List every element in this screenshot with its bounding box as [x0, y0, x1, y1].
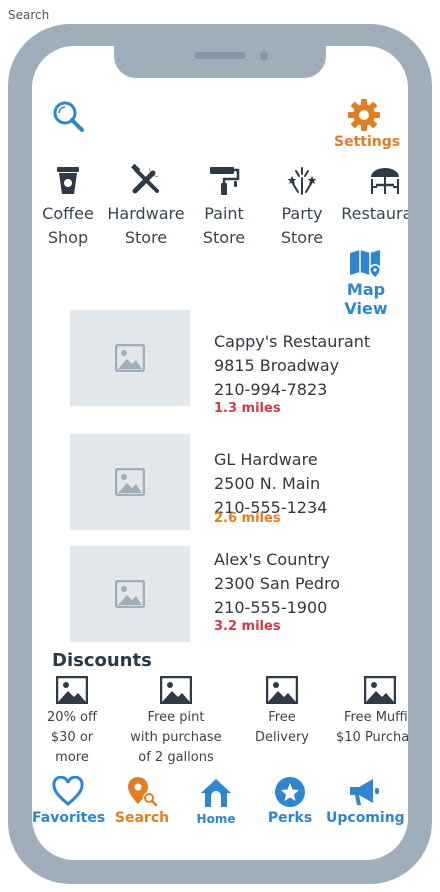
- image-icon: [364, 676, 396, 704]
- tab-label: Home: [196, 812, 236, 826]
- map-view-button[interactable]: Map View: [324, 248, 408, 318]
- search-button[interactable]: [50, 98, 88, 136]
- discount-text: 20% off: [47, 710, 97, 725]
- discount-text: Free pint: [147, 710, 205, 725]
- category-label: Paint: [204, 204, 244, 223]
- category-coffee-shop[interactable]: Coffee Shop: [32, 164, 107, 250]
- listing-phone: 210-994-7823: [214, 380, 328, 399]
- listing-phone: 210-555-1900: [214, 598, 328, 617]
- location-search-icon: [128, 777, 158, 807]
- megaphone-icon: [350, 779, 379, 805]
- tab-label: Upcoming: [326, 810, 405, 826]
- image-placeholder-icon: [115, 468, 145, 496]
- discount-text: of 2 gallons: [138, 750, 214, 765]
- image-icon: [160, 676, 192, 704]
- listing-name: GL Hardware: [214, 450, 318, 469]
- listing-distance: 1.3 miles: [214, 401, 281, 416]
- settings-button[interactable]: Settings: [334, 98, 401, 156]
- discount-text: $10 Purchase: [336, 730, 408, 745]
- discount-text: Delivery: [255, 730, 309, 745]
- tab-perks[interactable]: Perks: [256, 776, 324, 826]
- tools-icon: [131, 164, 159, 194]
- category-label: Store: [124, 228, 168, 247]
- category-label: Party: [281, 204, 323, 223]
- listing-address: 2500 N. Main: [214, 474, 321, 493]
- restaurant-table-icon: [371, 168, 399, 194]
- discount-text: with purchase: [130, 730, 222, 745]
- heart-icon: [52, 776, 84, 806]
- paint-roller-icon: [210, 167, 240, 195]
- image-placeholder-icon: [115, 580, 145, 608]
- listing-thumbnail: [70, 310, 190, 406]
- listing-item[interactable]: GL Hardware 2500 N. Main 210-555-1234 2.…: [70, 434, 400, 532]
- tab-favorites[interactable]: Favorites: [32, 776, 106, 826]
- listing-thumbnail: [70, 546, 190, 642]
- listing-item[interactable]: Cappy's Restaurant 9815 Broadway 210-994…: [70, 310, 400, 416]
- discount-text: Free Muffin: [344, 710, 408, 725]
- listing-address: 2300 San Pedro: [214, 574, 341, 593]
- discount-item[interactable]: 20% off $30 or more: [32, 676, 112, 768]
- category-label: Store: [202, 228, 246, 247]
- image-icon: [266, 676, 298, 704]
- category-restaurant[interactable]: Restaurant: [340, 164, 408, 226]
- category-label: Coffee: [42, 204, 94, 223]
- category-label: Shop: [47, 228, 89, 247]
- frame-label: Search: [8, 8, 50, 22]
- tab-label: Favorites: [32, 810, 106, 826]
- discount-text: $30 or more: [50, 730, 94, 765]
- category-hardware-store[interactable]: Hardware Store: [107, 164, 185, 250]
- image-placeholder-icon: [115, 344, 145, 372]
- discounts-row: 20% off $30 or more Free pint with purch…: [32, 676, 408, 776]
- category-label: Hardware: [107, 204, 185, 223]
- tab-upcoming[interactable]: Upcoming: [326, 776, 405, 826]
- listing-name: Alex's Country: [214, 550, 330, 569]
- tab-label: Search: [114, 810, 170, 826]
- category-label: Restaurant: [341, 204, 408, 223]
- speaker: [194, 52, 246, 59]
- home-icon: [201, 779, 231, 807]
- category-label: Store: [280, 228, 324, 247]
- listing-address: 9815 Broadway: [214, 356, 340, 375]
- tab-search[interactable]: Search: [108, 776, 176, 826]
- settings-label: Settings: [334, 134, 401, 150]
- map-pin-icon: [350, 250, 381, 279]
- camera: [260, 52, 268, 60]
- listing-thumbnail: [70, 434, 190, 530]
- search-icon: [53, 101, 84, 132]
- listing-item[interactable]: Alex's Country 2300 San Pedro 210-555-19…: [70, 546, 400, 644]
- discount-item[interactable]: Free pint with purchase of 2 gallons: [126, 676, 226, 768]
- tab-home[interactable]: Home: [182, 776, 250, 826]
- discounts-heading: Discounts: [52, 650, 152, 671]
- coffee-cup-icon: [57, 167, 79, 194]
- listing-name: Cappy's Restaurant: [214, 332, 371, 351]
- discount-item[interactable]: Free Delivery: [244, 676, 320, 748]
- gear-icon: [348, 99, 380, 131]
- tab-label: Perks: [267, 810, 313, 826]
- category-row: Coffee Shop Hardware Store Paint Store P…: [32, 164, 408, 256]
- category-paint-store[interactable]: Paint Store: [185, 164, 263, 250]
- category-party-store[interactable]: Party Store: [263, 164, 341, 250]
- fireworks-icon: [287, 167, 317, 195]
- discount-text: Free: [268, 710, 296, 725]
- badge-star-icon: [275, 777, 305, 807]
- discount-item[interactable]: Free Muffin $10 Purchase: [332, 676, 408, 748]
- tab-bar: Favorites Search Home Perks Upcoming: [32, 776, 408, 836]
- image-icon: [56, 676, 88, 704]
- listing-distance: 3.2 miles: [214, 619, 281, 634]
